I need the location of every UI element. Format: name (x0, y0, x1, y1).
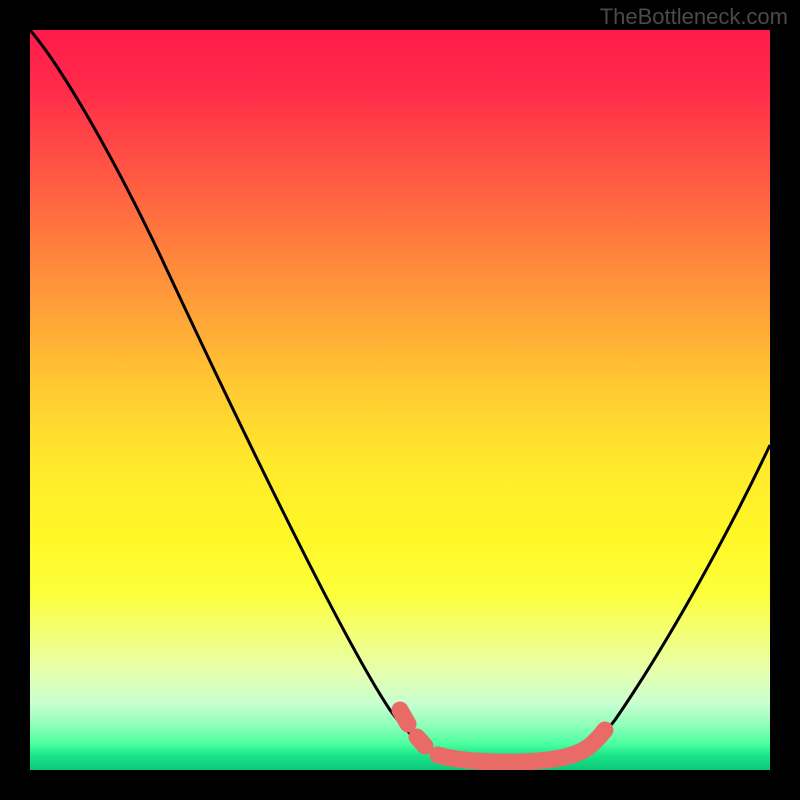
chart-svg (30, 30, 770, 770)
watermark-text: TheBottleneck.com (600, 4, 788, 30)
highlight-segment (400, 710, 605, 762)
plot-area (30, 30, 770, 770)
bottleneck-curve (30, 30, 770, 763)
